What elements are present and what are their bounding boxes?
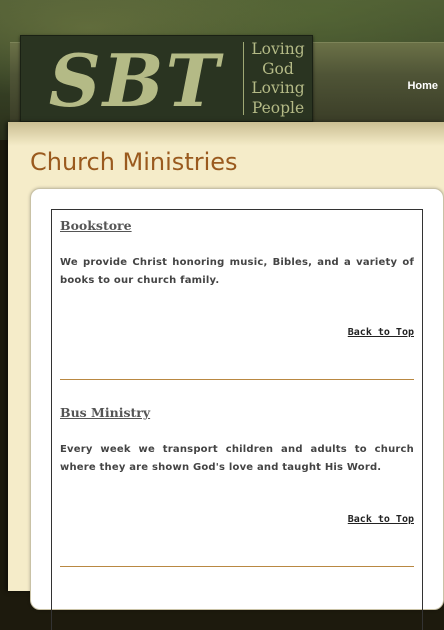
section-divider bbox=[60, 566, 414, 567]
logo-text: SBT bbox=[49, 40, 224, 118]
section-divider bbox=[60, 379, 414, 380]
logo-wordmark: SBT bbox=[49, 40, 224, 118]
page-top-shadow bbox=[8, 122, 444, 146]
logo-tagline: Loving God Loving People bbox=[247, 40, 309, 118]
tagline-line-1: Loving bbox=[251, 40, 305, 58]
page-content: Church Ministries Bookstore We provide C… bbox=[8, 122, 444, 630]
nav-home-link[interactable]: Home bbox=[407, 80, 438, 92]
back-to-top-link[interactable]: Back to Top bbox=[348, 327, 414, 338]
site-logo[interactable]: SBT Loving God Loving People bbox=[20, 35, 313, 122]
ministry-section-bookstore: Bookstore We provide Christ honoring mus… bbox=[60, 218, 414, 380]
page-title: Church Ministries bbox=[30, 148, 238, 176]
section-heading: Bookstore bbox=[60, 218, 132, 233]
back-to-top-link[interactable]: Back to Top bbox=[348, 514, 414, 525]
ministry-section-bus: Bus Ministry Every week we transport chi… bbox=[60, 405, 414, 567]
section-description: Every week we transport children and adu… bbox=[60, 444, 414, 473]
tagline-line-2: God bbox=[262, 59, 294, 78]
section-heading: Bus Ministry bbox=[60, 405, 151, 420]
section-description: We provide Christ honoring music, Bibles… bbox=[60, 257, 414, 286]
tagline-line-4: People bbox=[251, 98, 305, 117]
tagline-line-3: Loving bbox=[251, 79, 305, 97]
logo-divider bbox=[243, 42, 244, 115]
ministries-list: Bookstore We provide Christ honoring mus… bbox=[51, 209, 423, 630]
content-card: Bookstore We provide Christ honoring mus… bbox=[30, 188, 444, 630]
